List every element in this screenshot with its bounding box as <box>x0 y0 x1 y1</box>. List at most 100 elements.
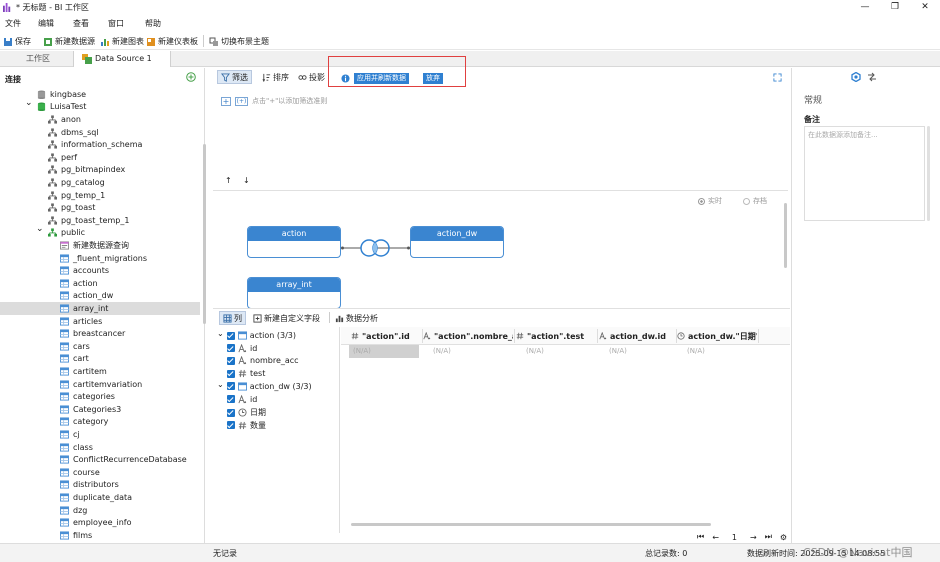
add-filter-icon[interactable]: + <box>221 96 231 106</box>
checkbox[interactable] <box>227 395 235 403</box>
tree-item[interactable]: cj <box>0 428 200 441</box>
maximize-button[interactable]: ❐ <box>888 1 902 13</box>
project-button[interactable]: 投影 <box>295 70 328 84</box>
checkbox[interactable] <box>226 382 235 391</box>
tree-item[interactable]: cart <box>0 353 200 366</box>
last-page-icon[interactable]: ⏭ <box>765 532 772 542</box>
tree-item[interactable]: cars <box>0 340 200 353</box>
checkbox[interactable] <box>227 421 235 430</box>
checkbox[interactable] <box>227 356 235 365</box>
tree-item[interactable]: duplicate_data <box>0 491 200 504</box>
field-tree-item[interactable]: id <box>227 343 257 353</box>
tree-item[interactable]: distributors <box>0 479 200 492</box>
chevron-down-icon[interactable]: ⌄ <box>217 329 224 338</box>
tree-item[interactable]: perf <box>0 151 200 164</box>
move-up-icon[interactable]: ↑ <box>225 176 232 185</box>
canvas-scrollbar[interactable] <box>784 203 787 268</box>
fullscreen-icon[interactable] <box>773 73 782 82</box>
close-button[interactable]: ✕ <box>918 1 932 13</box>
field-tree-item[interactable]: ⌄ action (3/3) <box>217 329 296 340</box>
tab-datasource[interactable]: Data Source 1 <box>73 51 171 67</box>
note-scrollbar[interactable] <box>927 126 930 221</box>
sort-button[interactable]: 排序 <box>259 70 292 84</box>
tree-item[interactable]: category <box>0 416 200 429</box>
grid-column-header[interactable]: "action".id <box>351 329 421 343</box>
grid-column-header[interactable]: action_dw.id <box>599 329 675 343</box>
next-page-icon[interactable]: → <box>750 533 757 542</box>
stored-radio[interactable]: 存档 <box>743 196 767 206</box>
field-tree-item[interactable]: ⌄ action_dw (3/3) <box>217 380 312 391</box>
field-tree-item[interactable]: id <box>227 394 257 404</box>
add-group-icon[interactable]: (+) <box>235 96 248 106</box>
save-button[interactable]: 保存 <box>3 36 31 47</box>
new-datasource-button[interactable]: 新建数据源 <box>43 36 95 47</box>
tree-item[interactable]: information_schema <box>0 138 200 151</box>
tree-item[interactable]: _fluent_migrations <box>0 252 200 265</box>
tree-item[interactable]: pg_catalog <box>0 176 200 189</box>
add-connection-icon[interactable] <box>186 72 196 82</box>
field-tree-item[interactable]: 数量 <box>227 420 266 431</box>
tree-item[interactable]: cartitem <box>0 365 200 378</box>
tree-item[interactable]: course <box>0 466 200 479</box>
grid-column-header[interactable]: "action".test <box>516 329 596 343</box>
settings-icon[interactable]: ⚙ <box>780 533 787 542</box>
grid-cell[interactable]: (N/A) <box>353 347 371 355</box>
menu-window[interactable]: 窗口 <box>108 18 124 29</box>
tree-item[interactable]: ConflictRecurrenceDatabase <box>0 453 200 466</box>
chevron-down-icon[interactable]: ⌄ <box>217 380 224 389</box>
tree-item[interactable]: action_dw <box>0 290 200 303</box>
columns-tab[interactable]: 列 <box>219 311 246 325</box>
move-down-icon[interactable]: ↓ <box>243 176 250 185</box>
grid-column-divider[interactable] <box>514 329 515 343</box>
tree-item[interactable]: class <box>0 441 200 454</box>
note-textarea[interactable]: 在此数据源添加备注... <box>804 126 925 221</box>
tree-item[interactable]: pg_toast_temp_1 <box>0 214 200 227</box>
grid-cell[interactable]: (N/A) <box>609 347 627 355</box>
new-custom-field-button[interactable]: 新建自定义字段 <box>253 313 320 324</box>
data-analysis-button[interactable]: 数据分析 <box>335 313 378 324</box>
discard-button[interactable]: 放弃 <box>423 73 443 84</box>
tree-item[interactable]: Categories3 <box>0 403 200 416</box>
field-tree-item[interactable]: test <box>227 369 265 378</box>
tree-item[interactable]: ⌄ LuisaTest <box>0 98 200 114</box>
first-page-icon[interactable]: ⏮ <box>697 532 704 542</box>
menu-view[interactable]: 查看 <box>73 18 89 29</box>
tree-item[interactable]: anon <box>0 113 200 126</box>
tree-item[interactable]: pg_bitmapindex <box>0 164 200 177</box>
tree-item[interactable]: array_int <box>0 302 200 315</box>
connection-tree-scrollbar[interactable] <box>203 144 206 324</box>
minimize-button[interactable]: — <box>858 1 872 13</box>
tree-item[interactable]: pg_toast <box>0 201 200 214</box>
tree-item[interactable]: dbms_sql <box>0 126 200 139</box>
tree-item[interactable]: accounts <box>0 264 200 277</box>
tree-item[interactable]: cartitemvariation <box>0 378 200 391</box>
page-number[interactable]: 1 <box>727 533 742 542</box>
grid-cell[interactable]: (N/A) <box>433 347 451 355</box>
checkbox[interactable] <box>227 369 235 378</box>
apply-refresh-button[interactable]: 应用并刷新数据 <box>354 73 409 84</box>
menu-file[interactable]: 文件 <box>5 18 21 29</box>
grid-column-divider[interactable] <box>758 329 759 343</box>
chevron-down-icon[interactable]: ⌄ <box>25 98 33 108</box>
link-icon[interactable] <box>867 72 877 82</box>
grid-column-header[interactable]: "action".nombre_ac <box>423 329 513 343</box>
filter-button[interactable]: 筛选 <box>217 70 252 84</box>
tree-item[interactable]: articles <box>0 315 200 328</box>
new-chart-button[interactable]: 新建图表 <box>100 36 144 47</box>
prev-page-icon[interactable]: ← <box>712 533 719 542</box>
field-tree-item[interactable]: nombre_acc <box>227 356 299 365</box>
grid-column-divider[interactable] <box>597 329 598 343</box>
table-node-array-int[interactable]: array_int <box>247 277 341 309</box>
tree-item[interactable]: action <box>0 277 200 290</box>
checkbox[interactable] <box>227 344 235 353</box>
realtime-radio[interactable]: 实时 <box>698 196 722 206</box>
table-node-action-dw[interactable]: action_dw <box>410 226 504 258</box>
table-node-action[interactable]: action <box>247 226 341 258</box>
tree-item[interactable]: films <box>0 529 200 542</box>
switch-theme-button[interactable]: 切换布景主题 <box>209 36 269 47</box>
tree-item[interactable]: employee_info <box>0 516 200 529</box>
grid-cell[interactable]: (N/A) <box>526 347 544 355</box>
tree-item[interactable]: ⌄ public <box>0 224 200 240</box>
menu-edit[interactable]: 编辑 <box>38 18 54 29</box>
tree-item[interactable]: breastcancer <box>0 327 200 340</box>
